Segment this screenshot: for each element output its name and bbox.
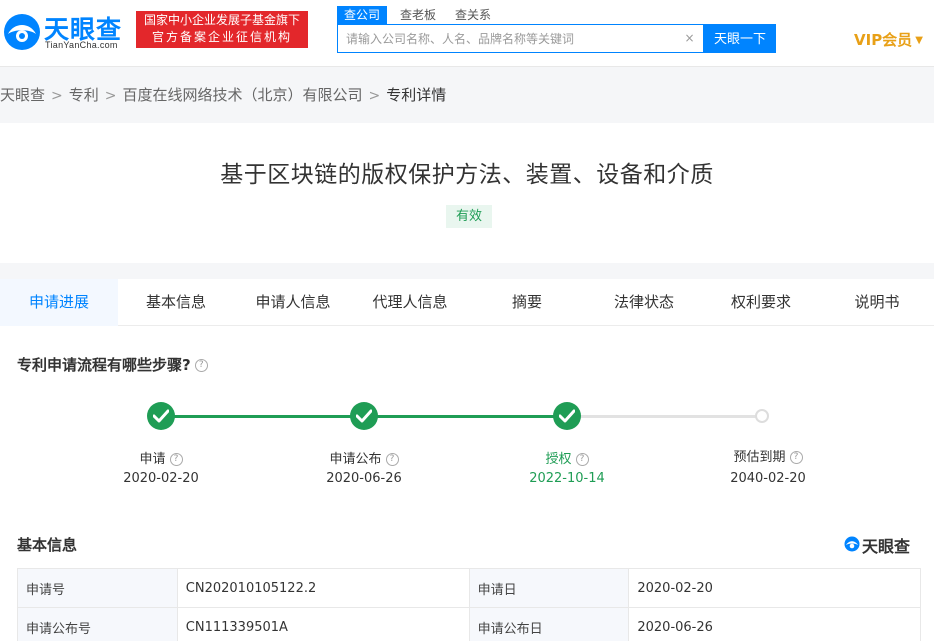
badge-line-2: 官方备案企业征信机构 bbox=[151, 30, 292, 44]
table-row: 申请号 CN202010105122.2 申请日 2020-02-20 bbox=[17, 568, 921, 608]
logo-eye-icon bbox=[844, 536, 860, 552]
vip-label: VIP会员 bbox=[854, 31, 913, 49]
table-key: 申请公布号 bbox=[17, 607, 178, 641]
tianyancha-logo[interactable]: 天眼查 TianYanCha.com bbox=[2, 10, 128, 52]
step-label: 申请? bbox=[91, 448, 231, 467]
vip-menu[interactable]: VIP会员 ▼ bbox=[854, 29, 923, 50]
tab-agent[interactable]: 代理人信息 bbox=[352, 279, 468, 326]
table-value: 2020-02-20 bbox=[628, 568, 921, 608]
brand-watermark: 天眼查 bbox=[844, 533, 924, 556]
table-key: 申请号 bbox=[17, 568, 178, 608]
tab-basic-info[interactable]: 基本信息 bbox=[118, 279, 234, 326]
tab-progress[interactable]: 申请进展 bbox=[0, 279, 118, 326]
step-date: 2020-06-26 bbox=[326, 471, 402, 486]
top-header: 天眼查 TianYanCha.com 国家中小企业发展子基金旗下 官方备案企业征… bbox=[0, 0, 934, 67]
chevron-right-icon: > bbox=[51, 88, 63, 104]
step-check-icon bbox=[553, 402, 581, 430]
question-icon[interactable]: ? bbox=[575, 453, 589, 466]
clear-icon[interactable]: × bbox=[683, 32, 696, 45]
table-key: 申请日 bbox=[468, 568, 630, 608]
search-tab-company[interactable]: 查公司 bbox=[337, 6, 388, 24]
step-check-icon bbox=[350, 402, 378, 430]
breadcrumb-home[interactable]: 天眼查 bbox=[0, 85, 45, 105]
detail-tabs: 申请进展 基本信息 申请人信息 代理人信息 摘要 法律状态 权利要求 说明书 bbox=[0, 279, 934, 326]
table-key: 申请公布日 bbox=[468, 607, 630, 641]
logo-eye-icon bbox=[4, 14, 40, 50]
tab-applicant[interactable]: 申请人信息 bbox=[234, 279, 352, 326]
chevron-right-icon: > bbox=[368, 88, 381, 104]
status-badge: 有效 bbox=[446, 205, 492, 228]
tab-abstract[interactable]: 摘要 bbox=[468, 279, 586, 326]
chevron-right-icon: > bbox=[104, 88, 117, 104]
badge-line-1: 国家中小企业发展子基金旗下 bbox=[143, 13, 300, 27]
step-label-text: 授权 bbox=[545, 452, 572, 467]
search-input[interactable] bbox=[338, 25, 678, 52]
basic-info-table: 申请号 CN202010105122.2 申请日 2020-02-20 申请公布… bbox=[17, 568, 921, 641]
step-date: 2020-02-20 bbox=[123, 471, 199, 486]
progress-section-title: 专利申请流程有哪些步骤?? bbox=[17, 354, 208, 375]
step-label-text: 预估到期 bbox=[733, 450, 786, 465]
breadcrumb-company[interactable]: 百度在线网络技术（北京）有限公司 bbox=[123, 85, 363, 105]
search-box: × bbox=[337, 24, 704, 53]
question-icon[interactable]: ? bbox=[169, 453, 183, 466]
search-tab-relation[interactable]: 查关系 bbox=[455, 6, 491, 24]
caret-down-icon: ▼ bbox=[915, 35, 923, 46]
breadcrumb: 天眼查 > 专利 > 百度在线网络技术（北京）有限公司 > 专利详情 bbox=[0, 85, 446, 105]
table-value: CN111339501A bbox=[176, 607, 470, 641]
table-value: 2020-06-26 bbox=[628, 607, 921, 641]
patent-title: 基于区块链的版权保护方法、装置、设备和介质 bbox=[220, 162, 714, 188]
brand-text: 天眼查 bbox=[862, 537, 911, 556]
breadcrumb-patent[interactable]: 专利 bbox=[69, 85, 99, 105]
step-date: 2040-02-20 bbox=[730, 471, 806, 486]
main-content: 专利申请流程有哪些步骤?? 申请? 2020-02-20 申请公布? 2020-… bbox=[0, 326, 934, 641]
step-label: 申请公布? bbox=[294, 448, 434, 467]
basic-info-title: 基本信息 bbox=[17, 536, 78, 554]
step-check-icon bbox=[147, 402, 175, 430]
step-date: 2022-10-14 bbox=[529, 471, 605, 486]
table-value: CN202010105122.2 bbox=[176, 568, 470, 608]
official-badge: 国家中小企业发展子基金旗下 官方备案企业征信机构 bbox=[136, 11, 308, 48]
search-button[interactable]: 天眼一下 bbox=[704, 24, 776, 53]
step-label-text: 申请公布 bbox=[329, 452, 382, 467]
breadcrumb-current: 专利详情 bbox=[386, 86, 447, 104]
tab-description[interactable]: 说明书 bbox=[820, 279, 934, 326]
progress-line-pending bbox=[567, 415, 763, 418]
step-label: 授权? bbox=[497, 448, 637, 467]
step-label: 预估到期? bbox=[698, 446, 838, 465]
question-icon[interactable]: ? bbox=[194, 359, 208, 372]
question-icon[interactable]: ? bbox=[385, 453, 399, 466]
question-icon[interactable]: ? bbox=[789, 451, 803, 464]
step-label-text: 申请 bbox=[139, 452, 166, 467]
progress-title-text: 专利申请流程有哪些步骤? bbox=[17, 356, 191, 374]
tab-legal-status[interactable]: 法律状态 bbox=[586, 279, 702, 326]
patent-title-card: 基于区块链的版权保护方法、装置、设备和介质 有效 bbox=[0, 123, 934, 263]
step-pending-icon bbox=[755, 409, 769, 423]
logo-domain: TianYanCha.com bbox=[45, 40, 118, 50]
table-row: 申请公布号 CN111339501A 申请公布日 2020-06-26 bbox=[17, 607, 921, 641]
search-tab-boss[interactable]: 查老板 bbox=[400, 6, 436, 24]
tab-claims[interactable]: 权利要求 bbox=[702, 279, 820, 326]
